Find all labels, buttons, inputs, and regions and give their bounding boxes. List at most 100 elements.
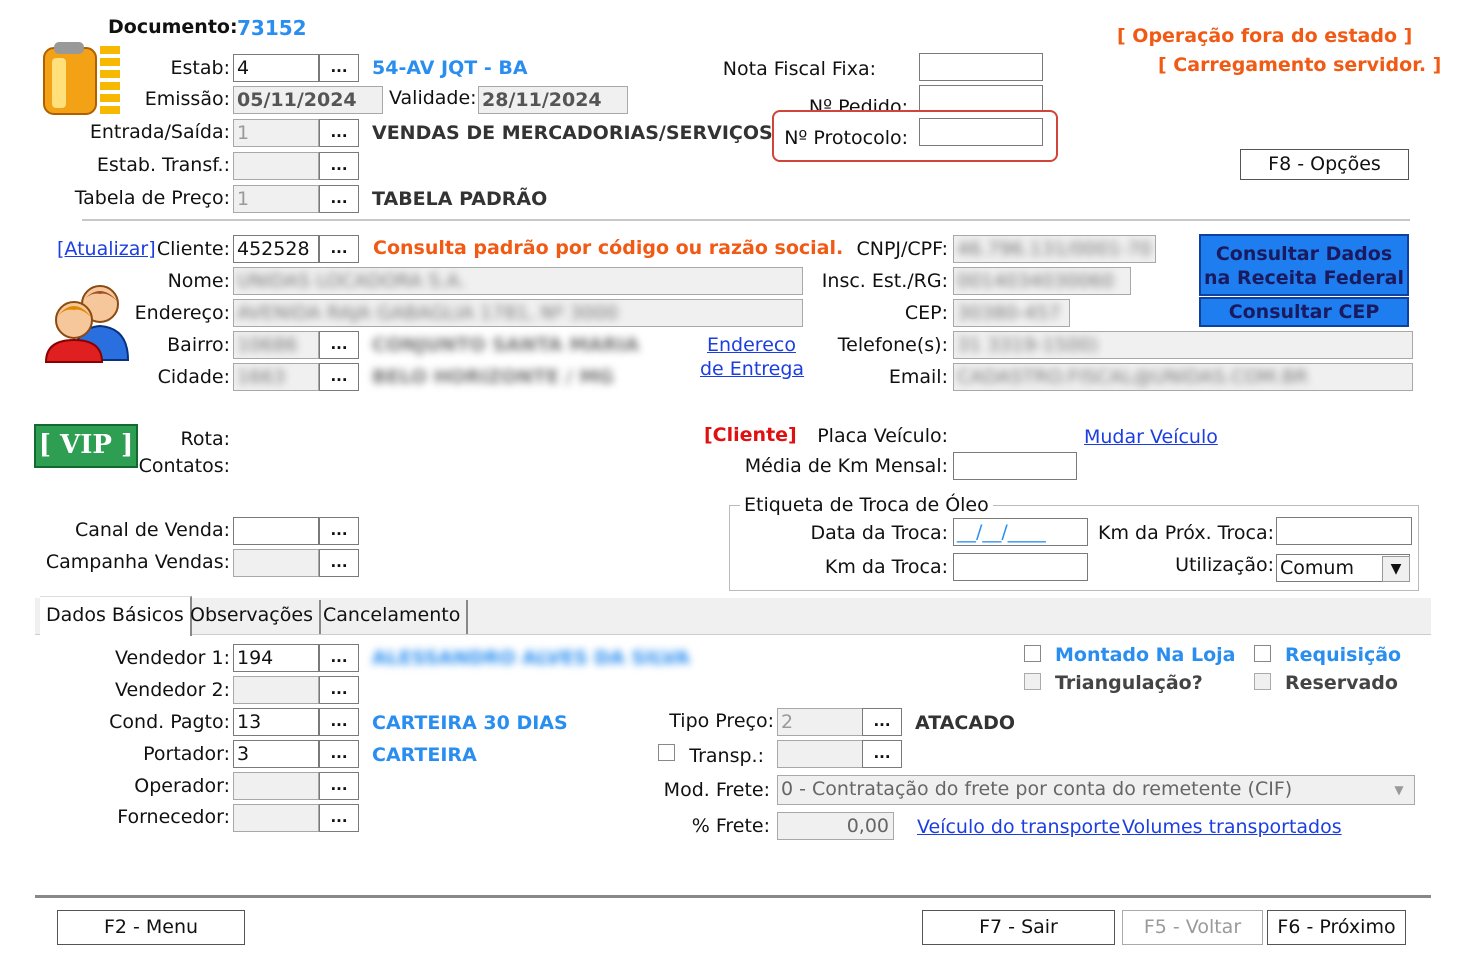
mod-frete-chevron-down-icon[interactable]: ▼ bbox=[1387, 778, 1411, 802]
cidade-lookup-button[interactable]: ... bbox=[319, 363, 359, 391]
telefone-field: 31 3319-1500) bbox=[953, 331, 1413, 359]
operador-input[interactable] bbox=[233, 772, 319, 800]
tipo-preco-input[interactable]: 2 bbox=[777, 708, 863, 736]
bairro-code-field[interactable]: 10686 bbox=[233, 331, 319, 359]
entrada-saida-input[interactable]: 1 bbox=[233, 119, 319, 147]
tab-observacoes[interactable]: Observações bbox=[184, 600, 321, 634]
transp-checkbox[interactable] bbox=[658, 744, 675, 761]
nome-label: Nome: bbox=[167, 270, 230, 292]
fornecedor-label: Fornecedor: bbox=[117, 806, 230, 828]
protocolo-input[interactable] bbox=[919, 118, 1043, 146]
insc-value: 0014034030060 bbox=[957, 270, 1115, 292]
bairro-label: Bairro: bbox=[167, 334, 230, 356]
cond-pagto-lookup-button[interactable]: ... bbox=[319, 708, 359, 736]
campanha-lookup-button[interactable]: ... bbox=[319, 549, 359, 577]
tabela-preco-lookup-button[interactable]: ... bbox=[319, 185, 359, 213]
endereco-entrega-link-2[interactable]: de Entrega bbox=[700, 358, 804, 380]
entrada-saida-lookup-button[interactable]: ... bbox=[319, 119, 359, 147]
campanha-input[interactable] bbox=[233, 549, 319, 577]
f7-sair-button[interactable]: F7 - Sair bbox=[922, 910, 1115, 945]
status-carregamento: [ Carregamento servidor. ] bbox=[1158, 54, 1442, 76]
vendedor1-lookup-button[interactable]: ... bbox=[319, 644, 359, 672]
estab-transf-lookup-button[interactable]: ... bbox=[319, 152, 359, 180]
endereco-label: Endereço: bbox=[134, 302, 230, 324]
montado-label: Montado Na Loja bbox=[1055, 644, 1236, 666]
tab-dados-basicos[interactable]: Dados Básicos bbox=[40, 596, 192, 636]
km-troca-input[interactable] bbox=[953, 553, 1088, 581]
nota-fiscal-fixa-input[interactable] bbox=[919, 53, 1043, 81]
email-value: CADASTRO.FISCAL@UNIDAS.COM.BR bbox=[957, 366, 1309, 388]
f6-proximo-button[interactable]: F6 - Próximo bbox=[1267, 910, 1406, 945]
operador-lookup-button[interactable]: ... bbox=[319, 772, 359, 800]
tipo-preco-desc: ATACADO bbox=[915, 712, 1015, 734]
volumes-transportados-link[interactable]: Volumes transportados bbox=[1122, 816, 1342, 838]
estab-transf-label: Estab. Transf.: bbox=[96, 154, 230, 176]
fornecedor-lookup-button[interactable]: ... bbox=[319, 804, 359, 832]
vendedor1-input[interactable]: 194 bbox=[233, 644, 319, 672]
cond-pagto-input[interactable]: 13 bbox=[233, 708, 319, 736]
data-troca-label: Data da Troca: bbox=[810, 522, 948, 544]
portador-lookup-button[interactable]: ... bbox=[319, 740, 359, 768]
reservado-checkbox[interactable] bbox=[1254, 673, 1271, 690]
canal-venda-input[interactable] bbox=[233, 517, 319, 545]
chevron-down-icon[interactable]: ▼ bbox=[1382, 556, 1410, 582]
requisicao-label: Requisição bbox=[1285, 644, 1402, 666]
telefone-value: 31 3319-1500) bbox=[957, 334, 1099, 356]
triangulacao-checkbox[interactable] bbox=[1024, 673, 1041, 690]
f2-menu-button[interactable]: F2 - Menu bbox=[57, 910, 245, 945]
cidade-name: BELO HORIZONTE / MG bbox=[372, 366, 614, 388]
email-label: Email: bbox=[888, 366, 948, 388]
f8-options-button[interactable]: F8 - Opções bbox=[1240, 149, 1409, 180]
vendedor2-lookup-button[interactable]: ... bbox=[319, 676, 359, 704]
consultar-receita-line1: Consultar Dados bbox=[1215, 243, 1393, 265]
tab-cancelamento[interactable]: Cancelamento bbox=[317, 600, 469, 634]
users-icon bbox=[44, 280, 130, 364]
cidade-code: 1663 bbox=[237, 366, 286, 388]
bairro-lookup-button[interactable]: ... bbox=[319, 331, 359, 359]
consultar-cep-button[interactable]: Consultar CEP bbox=[1199, 297, 1409, 327]
cliente-lookup-button[interactable]: ... bbox=[319, 235, 359, 263]
cep-label: CEP: bbox=[904, 302, 948, 324]
transp-input[interactable] bbox=[777, 740, 863, 768]
tabela-preco-input[interactable]: 1 bbox=[233, 185, 319, 213]
vendedor2-input[interactable] bbox=[233, 676, 319, 704]
endereco-entrega-link-1[interactable]: Endereco bbox=[707, 334, 796, 356]
cliente-input[interactable]: 452528 bbox=[233, 235, 319, 263]
endereco-value: AVENIDA RAJA GABAGLIA 1781, Nº 3000 bbox=[237, 302, 619, 324]
triangulacao-label: Triangulação? bbox=[1055, 672, 1203, 694]
tipo-preco-lookup-button[interactable]: ... bbox=[862, 708, 902, 736]
utilizacao-value: Comum bbox=[1280, 557, 1354, 579]
vendedor1-label: Vendedor 1: bbox=[114, 647, 230, 669]
estab-input[interactable]: 4 bbox=[233, 54, 319, 82]
veiculo-transporte-link[interactable]: Veículo do transporte bbox=[917, 816, 1120, 838]
cidade-code-field[interactable]: 1663 bbox=[233, 363, 319, 391]
pedido-input[interactable] bbox=[919, 85, 1043, 113]
f5-voltar-button[interactable]: F5 - Voltar bbox=[1122, 910, 1263, 945]
cliente-tag: [Cliente] bbox=[704, 424, 797, 446]
fornecedor-input[interactable] bbox=[233, 804, 319, 832]
media-km-input[interactable] bbox=[953, 452, 1077, 480]
estab-lookup-button[interactable]: ... bbox=[319, 54, 359, 82]
montado-checkbox[interactable] bbox=[1024, 645, 1041, 662]
transp-lookup-button[interactable]: ... bbox=[862, 740, 902, 768]
portador-input[interactable]: 3 bbox=[233, 740, 319, 768]
consultar-receita-line2: na Receita Federal bbox=[1204, 267, 1404, 289]
separator-1 bbox=[82, 219, 1410, 221]
insc-field: 0014034030060 bbox=[953, 267, 1131, 295]
canal-venda-lookup-button[interactable]: ... bbox=[319, 517, 359, 545]
tipo-preco-label: Tipo Preço: bbox=[669, 710, 774, 732]
cond-pagto-label: Cond. Pagto: bbox=[109, 711, 230, 733]
km-prox-input[interactable] bbox=[1276, 517, 1412, 545]
estab-transf-input[interactable] bbox=[233, 152, 319, 180]
cliente-hint: Consulta padrão por código ou razão soci… bbox=[373, 237, 844, 259]
validade-field: 28/11/2024 bbox=[478, 86, 628, 114]
data-troca-input[interactable]: __/__/____ bbox=[953, 518, 1088, 546]
consultar-receita-button[interactable]: Consultar Dados na Receita Federal bbox=[1199, 234, 1409, 296]
mudar-veiculo-link[interactable]: Mudar Veículo bbox=[1084, 426, 1218, 448]
battery-icon bbox=[42, 40, 126, 116]
insc-label: Insc. Est./RG: bbox=[821, 270, 948, 292]
requisicao-checkbox[interactable] bbox=[1254, 645, 1271, 662]
atualizar-link[interactable]: [Atualizar] bbox=[57, 238, 156, 260]
frete-input[interactable]: 0,00 bbox=[777, 812, 894, 840]
mod-frete-select[interactable]: 0 - Contratação do frete por conta do re… bbox=[777, 775, 1415, 805]
